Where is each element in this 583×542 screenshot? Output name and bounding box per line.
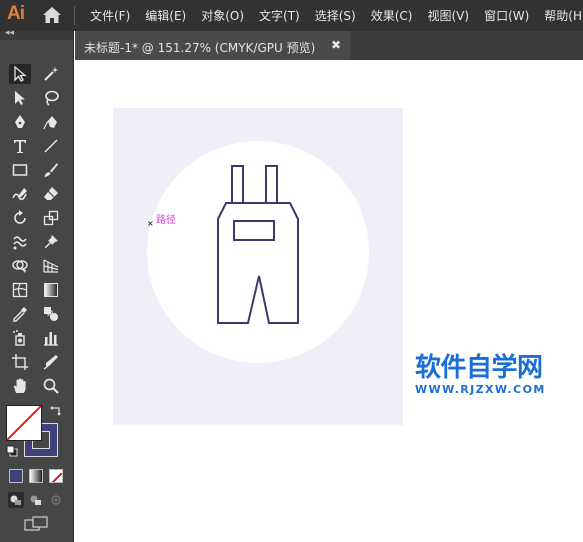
paintbrush-icon[interactable] — [40, 160, 62, 180]
screen-mode-icon[interactable] — [24, 516, 48, 532]
magic-wand-icon[interactable] — [40, 64, 62, 84]
gradient-mode-swatch[interactable] — [29, 469, 43, 483]
shaper-tool-icon[interactable] — [9, 184, 31, 204]
default-colors-icon[interactable] — [6, 445, 18, 457]
menu-effect[interactable]: 效果(C) — [371, 7, 413, 24]
line-tool-icon[interactable] — [40, 136, 62, 156]
none-fill-icon — [7, 406, 41, 440]
pen-tool-icon[interactable] — [9, 112, 31, 132]
menu-view[interactable]: 视图(V) — [427, 7, 469, 24]
artboard[interactable] — [113, 108, 403, 425]
document-tab[interactable]: 未标题-1* @ 151.27% (CMYK/GPU 预览) ✖ — [75, 31, 350, 60]
curvature-tool-icon[interactable] — [40, 112, 62, 132]
overalls-illustration[interactable] — [211, 164, 305, 330]
close-icon[interactable]: ✖ — [331, 38, 341, 52]
right-strap — [265, 165, 278, 204]
rectangle-tool-icon[interactable] — [9, 160, 31, 180]
eyedropper-icon[interactable] — [9, 304, 31, 324]
swap-fill-stroke-icon[interactable] — [49, 405, 63, 419]
menu-help[interactable]: 帮助(H) — [544, 7, 583, 24]
none-icon — [51, 472, 62, 482]
draw-inside-icon[interactable] — [48, 492, 64, 508]
zoom-tool-icon[interactable] — [40, 376, 62, 396]
scale-tool-icon[interactable] — [40, 208, 62, 228]
gradient-tool-icon[interactable] — [40, 280, 62, 300]
tools-panel-header: ◂◂ — [0, 28, 73, 40]
eraser-icon[interactable] — [40, 184, 62, 204]
mesh-tool-icon[interactable] — [9, 280, 31, 300]
home-icon[interactable] — [42, 6, 62, 24]
menu-bar: Ai 文件(F) 编辑(E) 对象(O) 文字(T) 选择(S) 效果(C) 视… — [0, 0, 583, 31]
draw-normal-icon[interactable] — [8, 492, 24, 508]
none-mode-swatch[interactable] — [49, 469, 63, 483]
type-tool-icon[interactable] — [9, 136, 31, 156]
menu-file[interactable]: 文件(F) — [90, 7, 130, 24]
watermark: 软件自学网 WWW.RJZXW.COM — [415, 354, 546, 396]
shape-builder-icon[interactable] — [9, 256, 31, 276]
tools-panel: ◂◂ — [0, 28, 74, 542]
fill-swatch[interactable] — [6, 405, 42, 441]
document-tab-bar: 未标题-1* @ 151.27% (CMYK/GPU 预览) ✖ — [75, 31, 583, 60]
puppet-warp-icon[interactable] — [9, 232, 31, 252]
blend-tool-icon[interactable] — [40, 304, 62, 324]
menu-edit[interactable]: 编辑(E) — [145, 7, 186, 24]
watermark-url: WWW.RJZXW.COM — [415, 383, 546, 396]
menu-window[interactable]: 窗口(W) — [484, 7, 529, 24]
menu-items: 文件(F) 编辑(E) 对象(O) 文字(T) 选择(S) 效果(C) 视图(V… — [90, 0, 583, 31]
canvas-area[interactable] — [74, 60, 583, 542]
artboard-tool-icon[interactable] — [9, 352, 31, 372]
document-tab-label: 未标题-1* @ 151.27% (CMYK/GPU 预览) — [84, 41, 316, 55]
menu-type[interactable]: 文字(T) — [259, 7, 300, 24]
direct-selection-icon[interactable] — [9, 88, 31, 108]
collapse-icon[interactable]: ◂◂ — [5, 28, 14, 38]
watermark-title: 软件自学网 — [415, 353, 543, 383]
app-logo: Ai — [7, 3, 25, 24]
bar-graph-icon[interactable] — [40, 328, 62, 348]
pin-icon[interactable] — [40, 232, 62, 252]
menu-separator — [74, 6, 75, 25]
anchor-point-marker: × — [147, 219, 154, 228]
rotate-tool-icon[interactable] — [9, 208, 31, 228]
bib-pocket — [233, 220, 275, 241]
slice-tool-icon[interactable] — [40, 352, 62, 372]
hand-tool-icon[interactable] — [9, 376, 31, 396]
symbol-sprayer-icon[interactable] — [9, 328, 31, 348]
selection-tool-icon[interactable] — [9, 64, 31, 84]
perspective-grid-icon[interactable] — [40, 256, 62, 276]
left-strap — [231, 165, 244, 204]
color-mode-swatch[interactable] — [9, 469, 23, 483]
lasso-icon[interactable] — [40, 88, 62, 108]
menu-object[interactable]: 对象(O) — [201, 7, 244, 24]
draw-behind-icon[interactable] — [28, 492, 44, 508]
menu-select[interactable]: 选择(S) — [315, 7, 356, 24]
smart-guide-path-label: 路径 — [156, 215, 176, 226]
